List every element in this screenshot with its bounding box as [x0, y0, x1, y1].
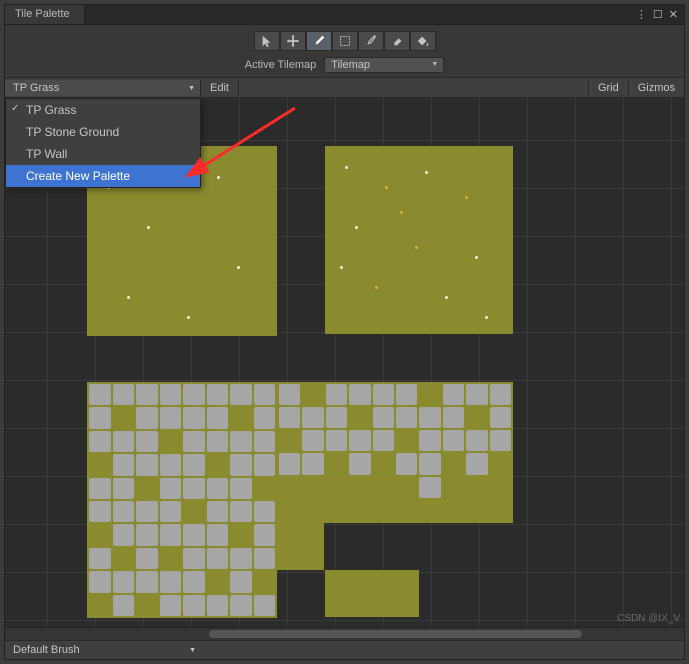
tilemap-dropdown[interactable]: Tilemap	[324, 57, 444, 73]
eraser-tool-icon[interactable]	[384, 31, 410, 51]
gizmos-toggle[interactable]: Gizmos	[628, 80, 684, 96]
brush-dropdown[interactable]: Default Brush	[5, 642, 201, 658]
tile-grass-2[interactable]	[325, 146, 513, 334]
tile-grass-3[interactable]	[277, 523, 324, 570]
palette-option-wall[interactable]: TP Wall	[6, 143, 200, 165]
window-close-icon[interactable]: ✕	[669, 8, 678, 21]
palette-dropdown[interactable]: TP Grass	[5, 80, 201, 96]
window-menu-icon[interactable]: ⋮	[636, 8, 647, 21]
fill-tool-icon[interactable]	[410, 31, 436, 51]
watermark: CSDN @IX_V	[617, 613, 680, 624]
move-tool-icon[interactable]	[280, 31, 306, 51]
tile-grass-4[interactable]	[325, 570, 419, 617]
brush-tool-icon[interactable]	[306, 31, 332, 51]
picker-tool-icon[interactable]	[358, 31, 384, 51]
edit-button[interactable]: Edit	[201, 80, 239, 96]
grid-toggle[interactable]: Grid	[588, 80, 628, 96]
active-tilemap-label: Active Tilemap	[245, 59, 317, 71]
tile-canvas[interactable]: TP Grass TP Stone Ground TP Wall Create …	[5, 98, 684, 640]
palette-option-grass[interactable]: TP Grass	[6, 99, 200, 121]
tile-stone-1[interactable]	[87, 382, 277, 618]
tab-tile-palette[interactable]: Tile Palette	[5, 5, 85, 24]
select-tool-icon[interactable]	[254, 31, 280, 51]
horizontal-scrollbar[interactable]	[5, 627, 684, 640]
palette-option-stone[interactable]: TP Stone Ground	[6, 121, 200, 143]
tile-stone-2[interactable]	[277, 382, 513, 523]
palette-dropdown-menu: TP Grass TP Stone Ground TP Wall Create …	[5, 98, 201, 188]
scrollbar-thumb[interactable]	[209, 630, 582, 638]
window-maximize-icon[interactable]: ☐	[653, 8, 663, 21]
box-tool-icon[interactable]	[332, 31, 358, 51]
palette-option-create-new[interactable]: Create New Palette	[6, 165, 200, 187]
